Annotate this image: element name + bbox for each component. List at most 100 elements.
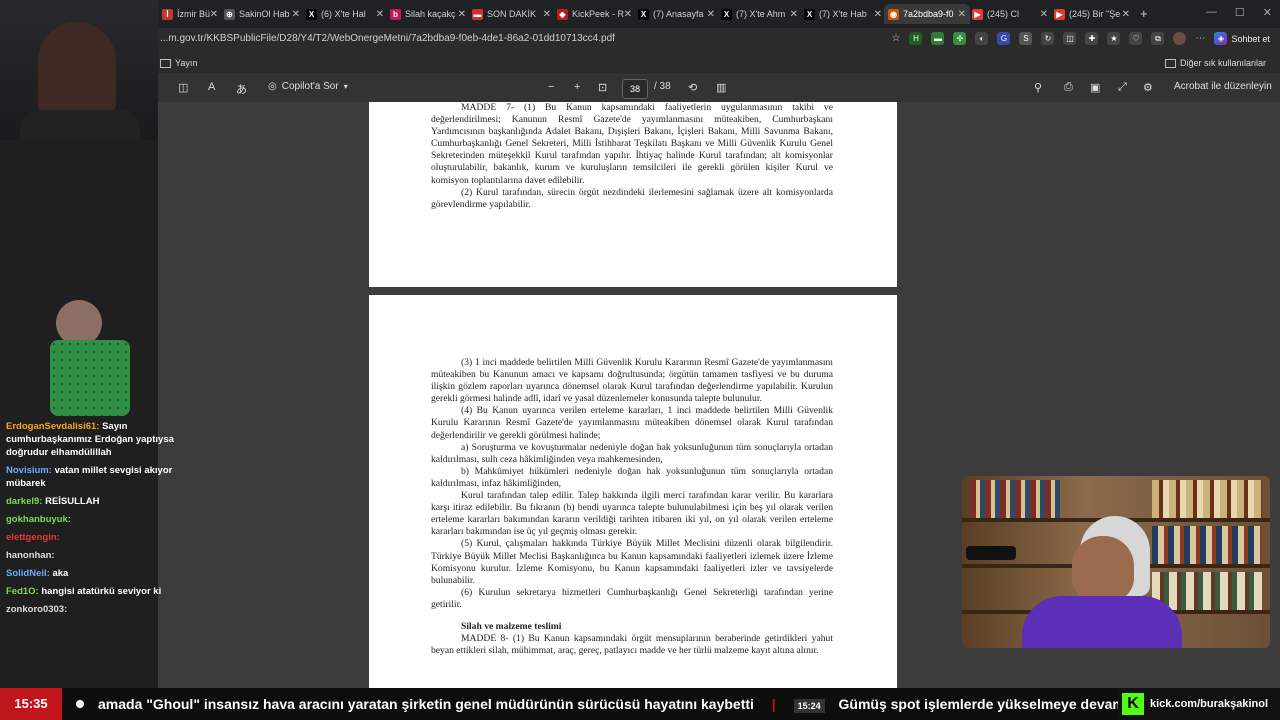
tab-1[interactable]: İ İzmir Büyükş✕	[158, 4, 222, 24]
other-favorites-label: Diğer sık kullanılanlar	[1179, 58, 1266, 68]
streamer-avatar-overlay	[0, 300, 158, 418]
paragraph: (6) Kurulun sekretarya hizmetleri Cumhur…	[431, 586, 833, 610]
tab-close-icon[interactable]: ✕	[1040, 9, 1048, 20]
translate-icon[interactable]: あ	[236, 81, 247, 97]
tab-7[interactable]: X (7) Anasayfa ✕	[634, 4, 719, 24]
print-icon[interactable]: ⎙	[1064, 81, 1073, 94]
save-icon[interactable]: ▣	[1090, 81, 1100, 94]
tab-close-icon[interactable]: ✕	[292, 9, 300, 20]
heart-icon[interactable]: ♡	[1129, 32, 1143, 45]
tab-close-icon[interactable]: ✕	[376, 9, 384, 20]
chat-message: zonkoro0303:	[0, 603, 185, 616]
chat-text: REİSULLAH	[45, 496, 100, 507]
tab-close-icon[interactable]: ✕	[543, 9, 551, 20]
kick-handle: kick.com/burakşakinol	[1150, 698, 1268, 710]
pdf-page: MADDE 7- (1) Bu Kanun kapsamındaki faali…	[369, 102, 897, 287]
maximize-icon[interactable]: ☐	[1235, 6, 1245, 19]
tab-close-icon[interactable]: ✕	[874, 9, 882, 20]
settings-icon[interactable]: ⚙	[1143, 81, 1153, 94]
chat-text: aka	[52, 568, 69, 579]
extension-icon[interactable]: H	[909, 32, 923, 45]
extension-icon[interactable]: ▬	[931, 32, 945, 45]
paragraph: (3) 1 inci maddede belirtilen Milli Güve…	[431, 357, 833, 405]
extension-icon[interactable]: ◐	[975, 32, 989, 45]
favorites-icon[interactable]: ★	[1107, 32, 1121, 45]
favorite-star-icon[interactable]: ☆	[892, 33, 901, 44]
tab-favicon-icon: X	[306, 8, 317, 20]
tab-4[interactable]: b Silah kaçakç ✕	[386, 4, 470, 24]
page-number-input[interactable]: 38	[622, 79, 648, 99]
tab-close-icon[interactable]: ✕	[707, 9, 715, 20]
chat-username: darkel9:	[6, 496, 43, 507]
extensions-puzzle-icon[interactable]: ✚	[1085, 32, 1099, 45]
chat-username: elettgengin:	[6, 532, 60, 543]
fullscreen-icon[interactable]: ⤢	[1118, 81, 1127, 94]
chat-message: gokhanbuyuk:	[0, 513, 185, 526]
tab-favicon-icon: X	[721, 8, 732, 20]
news-ticker: 15:35 amada "Ghoul" insansız hava aracın…	[0, 688, 1280, 720]
zoom-out-button[interactable]: −	[548, 81, 554, 93]
fit-page-icon[interactable]: ⊡	[598, 81, 607, 94]
chevron-down-icon: ▾	[343, 82, 348, 91]
tab-8[interactable]: X (7) X'te Ahm ✕	[717, 4, 802, 24]
collections-icon[interactable]: ⧉	[1151, 32, 1165, 45]
chat-overlay: ErdoganSevdalisi61: Sayın cumhurbaşkanım…	[0, 420, 185, 650]
copilot-ask-button[interactable]: ◎ Copilot'a Sor ▾	[268, 81, 348, 92]
paragraph: (4) Bu Kanun uyarınca verilen erteleme k…	[431, 405, 833, 441]
extension-icon[interactable]: ✣	[953, 32, 967, 45]
favorites-bar: Yayın Diğer sık kullanılanlar	[0, 54, 1280, 75]
chat-message: Novisium: vatan millet sevgisi akıyor mü…	[0, 464, 185, 490]
tab-close-icon[interactable]: ✕	[458, 9, 466, 20]
tab-favicon-icon: ◆	[557, 8, 568, 20]
tab-strip: İİzmir Büyükş✕⊕SakinOl Hab✕X(6) X'te Hal…	[0, 0, 1280, 28]
close-icon[interactable]: ✕	[1263, 6, 1272, 19]
microphone	[966, 546, 1016, 560]
avatar[interactable]	[1173, 32, 1187, 45]
rotate-icon[interactable]: ⟲	[688, 81, 697, 94]
new-tab-button[interactable]: +	[1140, 6, 1148, 21]
folder-icon	[160, 58, 171, 68]
other-favorites[interactable]: Diğer sık kullanılanlar	[1164, 58, 1266, 68]
chat-message: elettgengin:	[0, 531, 185, 544]
split-screen-icon[interactable]: ◫	[1063, 32, 1077, 45]
toolbar-extensions: ☆ H ▬ ✣ ◐ G S ↻ ◫ ✚ ★ ♡ ⧉ ⋯ ◈ Sohbet et	[892, 32, 1270, 45]
chat-username: SolidNeil:	[6, 568, 50, 579]
tab-favicon-icon: ▬	[472, 8, 483, 20]
copilot-icon: ◈	[1214, 32, 1228, 45]
tab-5[interactable]: ▬ SON DAKİK ✕	[468, 4, 555, 24]
tab-close-icon[interactable]: ✕	[790, 9, 798, 20]
favorite-item[interactable]: Yayın	[160, 58, 197, 68]
sidebar-toggle-icon[interactable]: ◫	[178, 81, 188, 94]
translate-icon[interactable]: G	[997, 32, 1011, 45]
kick-badge: K kick.com/burakşakinol	[1118, 688, 1280, 720]
tab-2[interactable]: ⊕ SakinOl Hab ✕	[220, 4, 304, 24]
url-field[interactable]: ...m.gov.tr/KKBSPublicFile/D28/Y4/T2/Web…	[160, 33, 615, 44]
tab-close-icon[interactable]: ✕	[210, 9, 218, 20]
streamer-shirt	[1022, 596, 1182, 648]
tab-9[interactable]: X (7) X'te Hab ✕	[800, 4, 886, 24]
extension-icon[interactable]: S	[1019, 32, 1033, 45]
copilot-chat-button[interactable]: ◈ Sohbet et	[1214, 32, 1270, 45]
tab-10[interactable]: ◉ 7a2bdba9-f0 ✕	[884, 4, 970, 24]
acrobat-edit-button[interactable]: Acrobat ile düzenleyin	[1174, 81, 1272, 92]
copilot-icon: ◎	[268, 81, 277, 92]
tab-3[interactable]: X (6) X'te Hal ✕	[302, 4, 388, 24]
live-dot-icon	[76, 700, 84, 708]
zoom-in-button[interactable]: +	[574, 81, 580, 93]
tab-close-icon[interactable]: ✕	[1122, 9, 1130, 20]
more-icon[interactable]: ⋯	[1195, 33, 1205, 44]
tab-6[interactable]: ◆ KickPeek - R ✕	[553, 4, 636, 24]
page-view-icon[interactable]: ▥	[716, 81, 726, 94]
search-icon[interactable]: ⚲	[1034, 81, 1042, 94]
avatar-jar	[50, 340, 130, 416]
minimize-icon[interactable]: —	[1206, 6, 1217, 19]
tab-close-icon[interactable]: ✕	[624, 9, 632, 20]
chat-message: darkel9: REİSULLAH	[0, 495, 185, 508]
tab-close-icon[interactable]: ✕	[958, 9, 966, 20]
refresh-icon[interactable]: ↻	[1041, 32, 1055, 45]
read-aloud-icon[interactable]: A	[208, 81, 215, 93]
chat-username: zonkoro0303:	[6, 604, 68, 615]
tab-11[interactable]: ▶ (245) Cl ✕	[968, 4, 1052, 24]
chat-username: ErdoganSevdalisi61:	[6, 421, 100, 432]
tab-12[interactable]: ▶ (245) Bir "Şe ✕	[1050, 4, 1134, 24]
